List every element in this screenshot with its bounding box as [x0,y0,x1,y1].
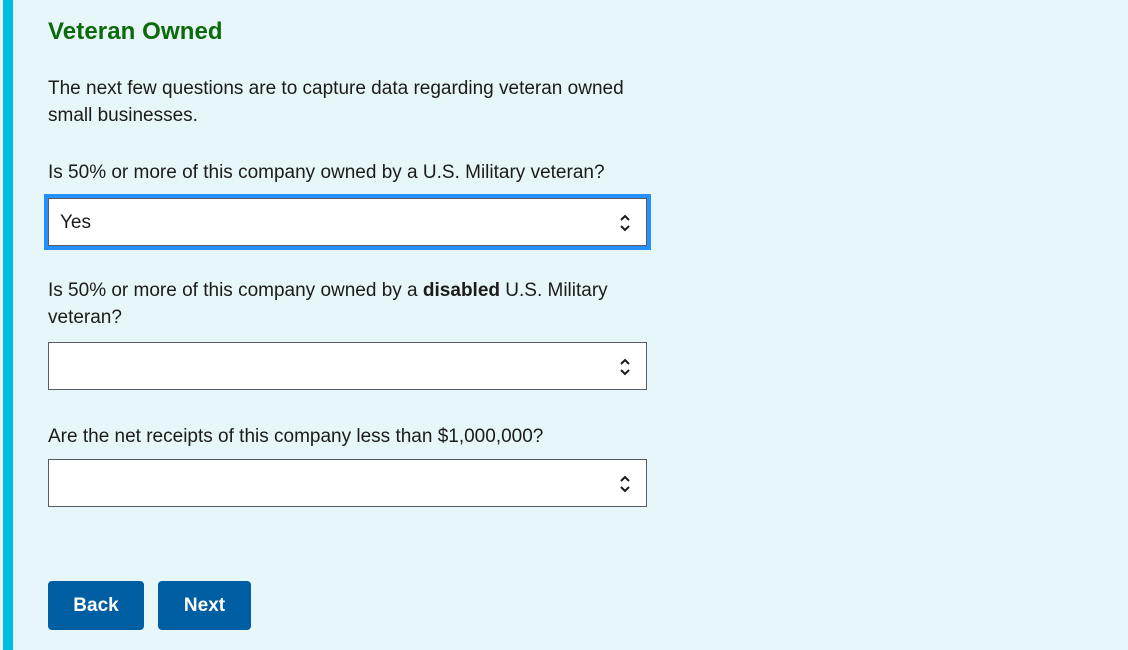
disabled-veteran-owned-select[interactable] [48,342,647,390]
veteran-owned-label: Is 50% or more of this company owned by … [48,162,605,183]
veteran-owned-select-value: Yes [60,212,91,233]
back-button[interactable]: Back [48,581,144,630]
section-title: Veteran Owned [48,18,223,45]
label-text: Is 50% or more of this company owned by … [48,280,423,301]
unfold-chevron-icon [620,214,630,232]
section-intro: The next few questions are to capture da… [48,78,624,126]
label-emphasis: disabled [422,280,500,301]
section-accent-bar [3,0,13,650]
net-receipts-select[interactable] [48,459,647,507]
unfold-chevron-icon [620,358,630,376]
net-receipts-label: Are the net receipts of this company les… [48,426,544,447]
next-button[interactable]: Next [158,581,251,630]
veteran-owned-select[interactable]: Yes [44,194,651,250]
disabled-veteran-owned-label: Is 50% or more of this company owned by … [48,277,648,331]
unfold-chevron-icon [620,475,630,493]
